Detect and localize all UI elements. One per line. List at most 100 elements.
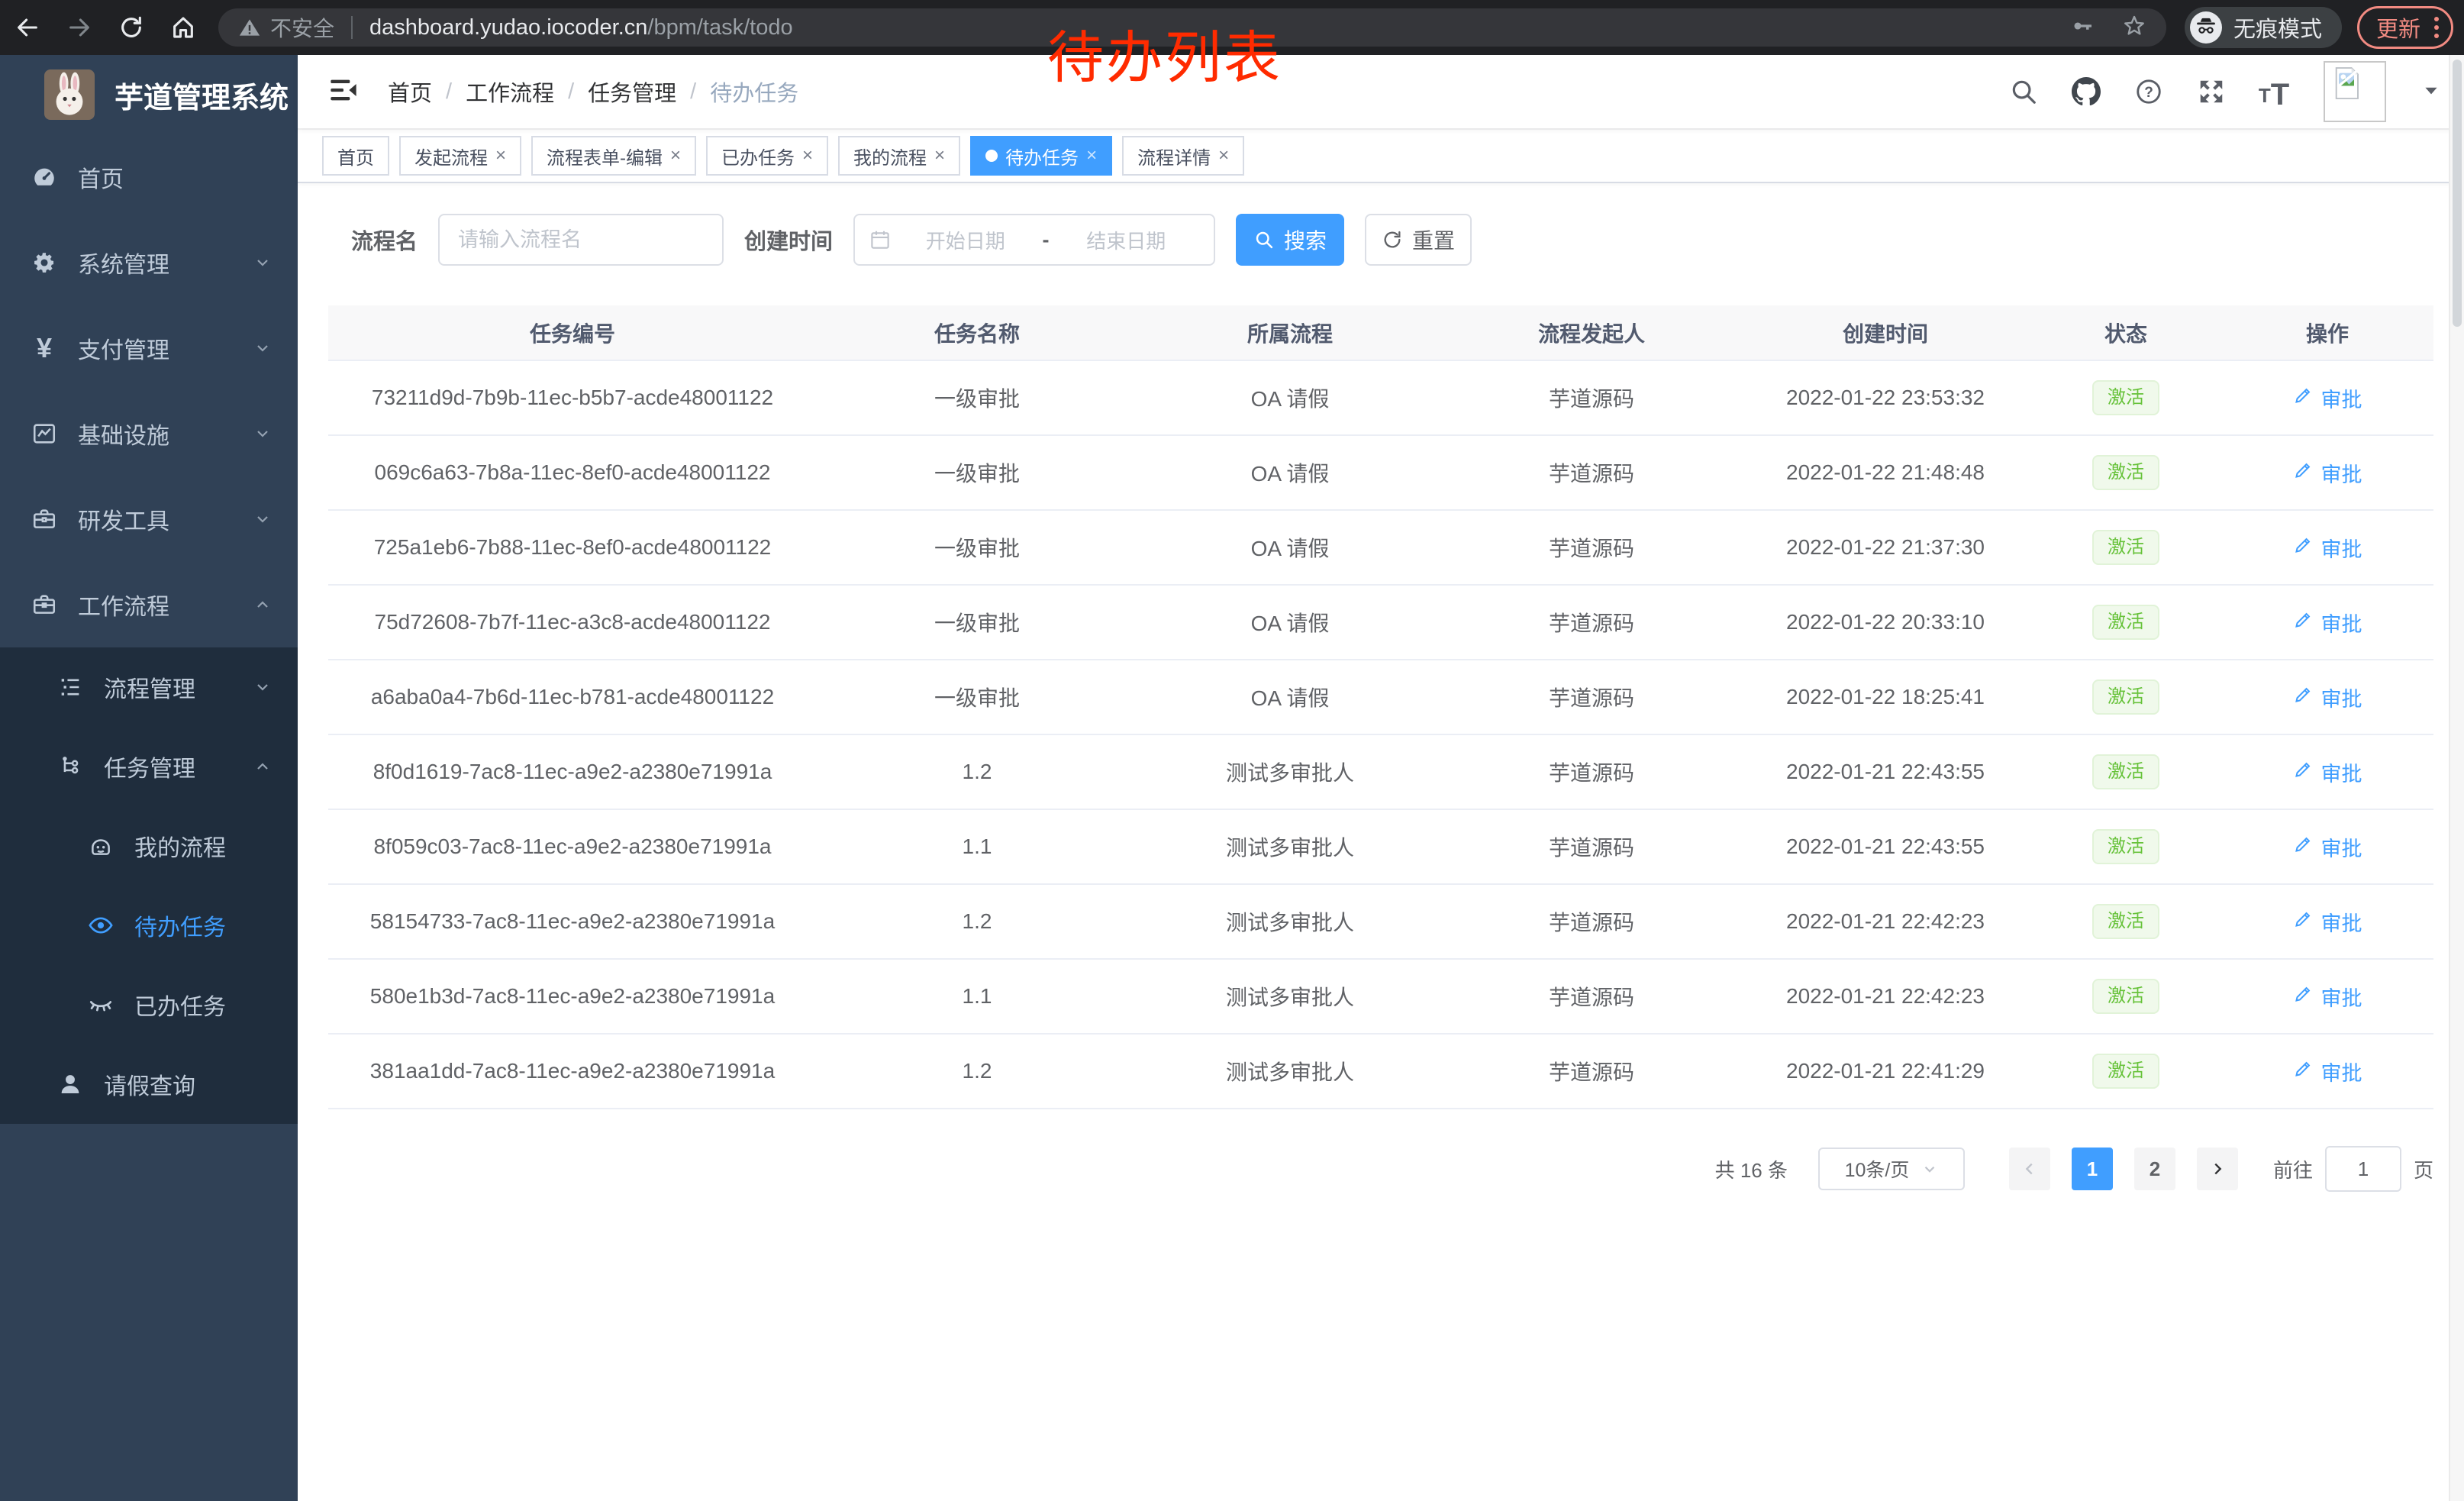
sidebar-item-task-mgmt[interactable]: 任务管理 [0, 727, 298, 806]
not-secure-warning-icon [238, 16, 261, 39]
sidebar-item-todo-tasks[interactable]: 待办任务 [0, 886, 298, 965]
help-icon[interactable]: ? [2133, 76, 2165, 108]
tab-label: 首页 [337, 143, 374, 169]
close-icon[interactable]: × [670, 147, 681, 165]
app-title: 芋道管理系统 [114, 74, 289, 116]
sidebar-item-system[interactable]: 系统管理 [0, 220, 298, 305]
bookmark-star-icon[interactable] [2122, 14, 2146, 42]
cell-process: 测试多审批人 [1137, 959, 1443, 1034]
fullscreen-icon[interactable] [2195, 76, 2227, 108]
tab-待办任务[interactable]: 待办任务× [970, 136, 1112, 176]
approve-link[interactable]: 审批 [2293, 683, 2362, 712]
url-text[interactable]: dashboard.yudao.iocoder.cn/bpm/task/todo [369, 15, 793, 40]
approve-link[interactable]: 审批 [2293, 907, 2362, 937]
sidebar-item-workflow[interactable]: 工作流程 [0, 562, 298, 647]
scrollbar-thumb[interactable] [2453, 60, 2462, 327]
sidebar-item-devtools[interactable]: 研发工具 [0, 476, 298, 562]
cell-action: 审批 [2221, 959, 2433, 1034]
close-icon[interactable]: × [934, 147, 945, 165]
sidebar-item-my-process[interactable]: 我的流程 [0, 806, 298, 886]
cell-time: 2022-01-21 22:43:55 [1740, 809, 2030, 884]
cell-action: 审批 [2221, 585, 2433, 660]
github-icon[interactable] [2070, 76, 2102, 108]
browser-menu-icon[interactable] [2434, 17, 2439, 38]
goto-page-input[interactable] [2325, 1146, 2401, 1192]
approve-link[interactable]: 审批 [2293, 832, 2362, 862]
edit-pencil-icon [2293, 909, 2314, 934]
cell-status: 激活 [2030, 959, 2221, 1034]
tab-流程详情[interactable]: 流程详情× [1122, 136, 1244, 176]
sidebar-item-done-tasks[interactable]: 已办任务 [0, 965, 298, 1044]
breadcrumb-item: 待办任务 [710, 76, 798, 108]
sidebar-item-leave-query[interactable]: 请假查询 [0, 1044, 298, 1124]
page-button-1[interactable]: 1 [2072, 1148, 2113, 1190]
user-icon [56, 1070, 84, 1098]
cell-id: 8f0d1619-7ac8-11ec-a9e2-a2380e71991a [328, 734, 817, 809]
sidebar-item-process-mgmt[interactable]: 流程管理 [0, 647, 298, 727]
approve-label: 审批 [2321, 832, 2362, 862]
breadcrumb-item[interactable]: 任务管理 [588, 76, 676, 108]
address-divider [351, 16, 353, 39]
cell-starter: 芋道源码 [1443, 809, 1740, 884]
sidebar-item-payment[interactable]: ¥支付管理 [0, 305, 298, 391]
column-header: 任务编号 [328, 305, 817, 360]
breadcrumb-item[interactable]: 首页 [388, 76, 432, 108]
browser-back-icon[interactable] [12, 12, 43, 43]
user-avatar[interactable] [2324, 61, 2386, 122]
approve-link[interactable]: 审批 [2293, 533, 2362, 563]
tab-首页[interactable]: 首页 [322, 136, 389, 176]
sidebar-item-home[interactable]: 首页 [0, 134, 298, 220]
tab-我的流程[interactable]: 我的流程× [838, 136, 960, 176]
process-name-input[interactable] [438, 214, 724, 266]
date-range-picker[interactable]: 开始日期 - 结束日期 [853, 214, 1215, 266]
next-page-button[interactable] [2197, 1148, 2238, 1190]
page-scrollbar[interactable] [2449, 55, 2464, 1501]
font-size-icon[interactable]: TT [2258, 76, 2290, 108]
sidebar-item-label: 支付管理 [78, 331, 169, 365]
approve-link[interactable]: 审批 [2293, 383, 2362, 413]
app-logo[interactable]: 芋道管理系统 [0, 55, 298, 134]
breadcrumb-separator: / [446, 79, 452, 105]
eye-off-icon [87, 991, 114, 1018]
address-bar[interactable]: 不安全 dashboard.yudao.iocoder.cn/bpm/task/… [218, 8, 2166, 47]
tab-发起流程[interactable]: 发起流程× [399, 136, 521, 176]
security-label[interactable]: 不安全 [270, 12, 334, 43]
sidebar-item-label: 工作流程 [78, 588, 169, 621]
approve-link[interactable]: 审批 [2293, 1057, 2362, 1086]
briefcase-icon [31, 591, 58, 618]
cell-process: 测试多审批人 [1137, 734, 1443, 809]
sidebar-toggle-icon[interactable] [328, 75, 362, 108]
tab-流程表单-编辑[interactable]: 流程表单-编辑× [531, 136, 696, 176]
close-icon[interactable]: × [495, 147, 506, 165]
tab-已办任务[interactable]: 已办任务× [706, 136, 828, 176]
approve-link[interactable]: 审批 [2293, 757, 2362, 787]
password-key-icon[interactable] [2070, 14, 2095, 42]
browser-reload-icon[interactable] [116, 12, 147, 43]
browser-home-icon[interactable] [168, 12, 198, 43]
close-icon[interactable]: × [1086, 147, 1097, 165]
page-size-select[interactable]: 10条/页 [1818, 1148, 1965, 1190]
close-icon[interactable]: × [1218, 147, 1229, 165]
breadcrumb-item[interactable]: 工作流程 [466, 76, 554, 108]
browser-forward-icon[interactable] [64, 12, 95, 43]
cell-process: OA 请假 [1137, 585, 1443, 660]
cell-starter: 芋道源码 [1443, 884, 1740, 959]
sidebar-item-infra[interactable]: 基础设施 [0, 391, 298, 476]
search-button[interactable]: 搜索 [1236, 214, 1344, 266]
search-icon[interactable] [2008, 76, 2040, 108]
update-button[interactable]: 更新 [2357, 6, 2453, 49]
cell-name: 1.1 [817, 809, 1137, 884]
approve-link[interactable]: 审批 [2293, 458, 2362, 488]
sidebar-item-label: 流程管理 [104, 670, 195, 704]
infra-icon [31, 420, 58, 447]
avatar-caret-icon[interactable] [2421, 80, 2441, 104]
cell-process: 测试多审批人 [1137, 1034, 1443, 1109]
reset-button[interactable]: 重置 [1365, 214, 1472, 266]
approve-link[interactable]: 审批 [2293, 608, 2362, 638]
cell-starter: 芋道源码 [1443, 510, 1740, 585]
approve-link[interactable]: 审批 [2293, 982, 2362, 1012]
close-icon[interactable]: × [802, 147, 813, 165]
cell-time: 2022-01-22 18:25:41 [1740, 660, 2030, 734]
table-row: 069c6a63-7b8a-11ec-8ef0-acde48001122一级审批… [328, 435, 2433, 510]
page-button-2[interactable]: 2 [2134, 1148, 2175, 1190]
